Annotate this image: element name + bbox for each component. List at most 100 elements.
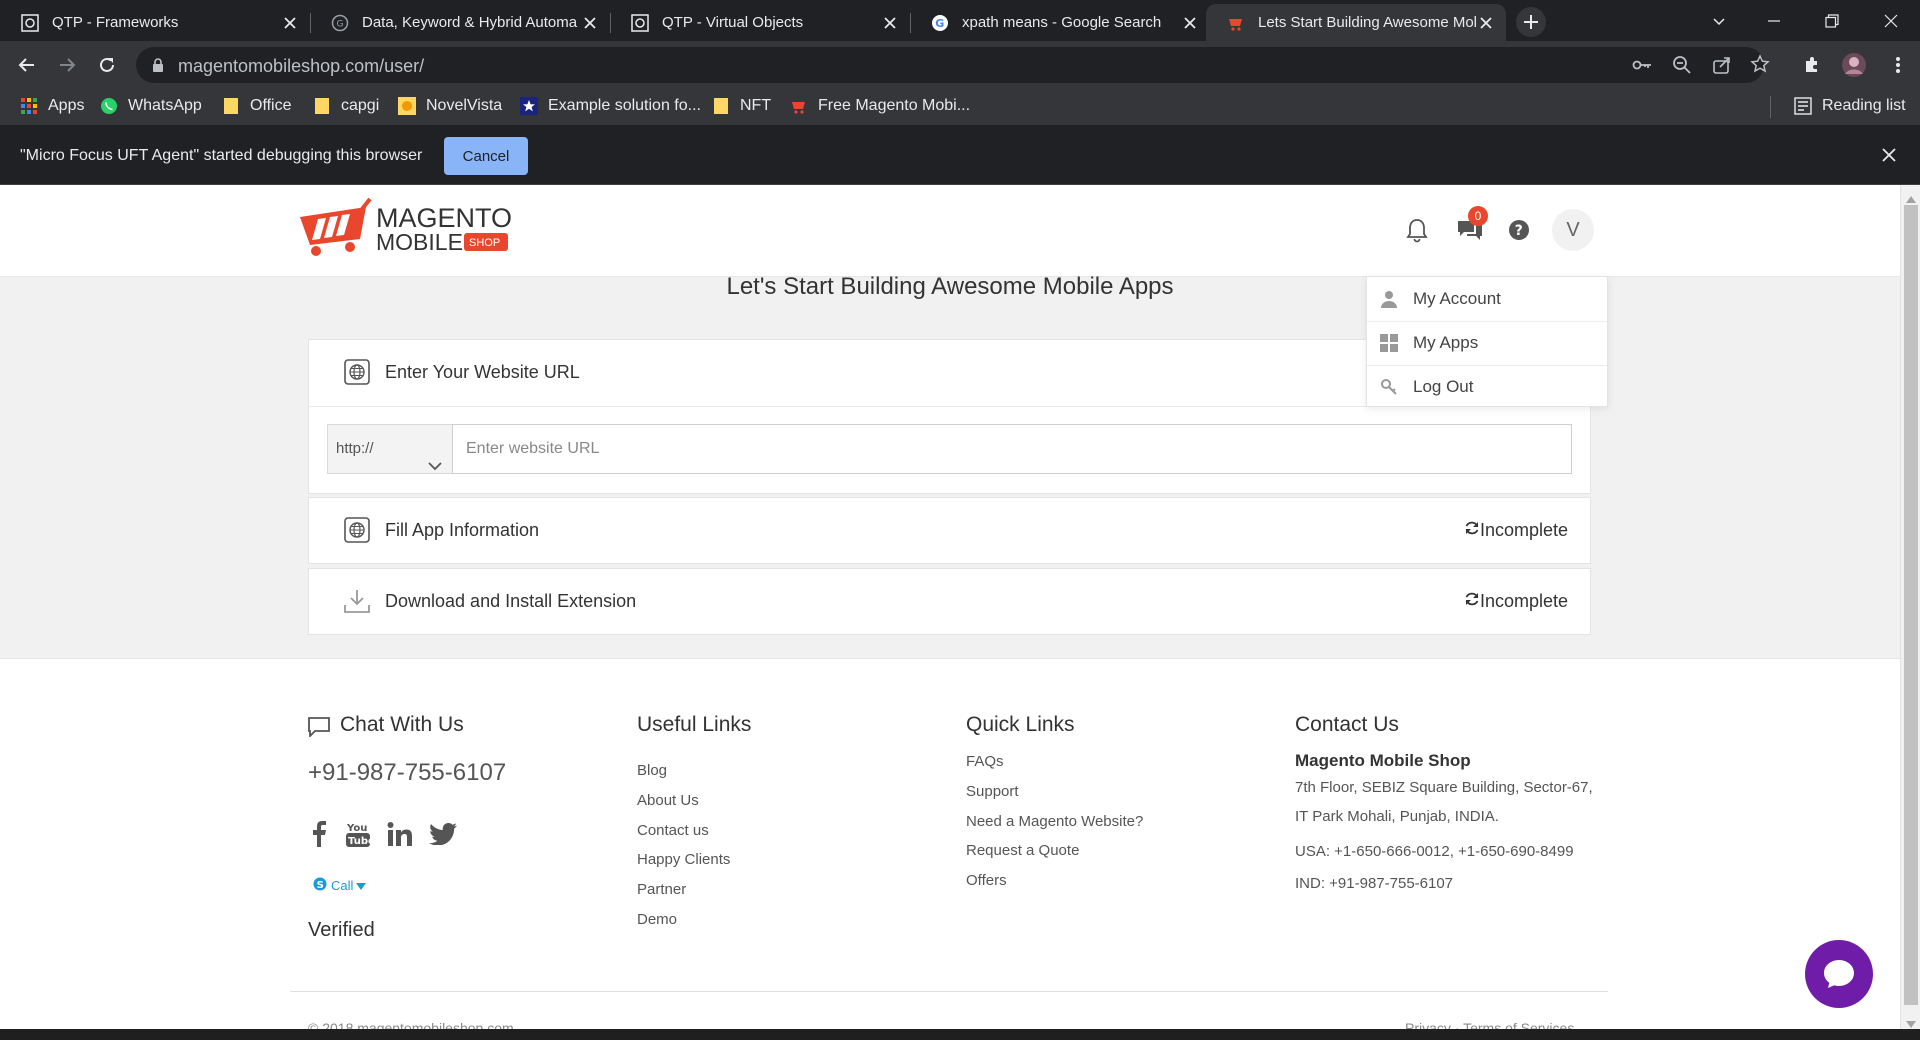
bookmark-office[interactable]: Office xyxy=(222,97,292,115)
tab-data-keyword[interactable]: G Data, Keyword & Hybrid Automa xyxy=(310,4,611,41)
scrollbar-thumb[interactable] xyxy=(1904,205,1918,1005)
menu-item-label: Log Out xyxy=(1413,377,1474,396)
twitter-icon[interactable] xyxy=(428,819,458,849)
minimize-button[interactable] xyxy=(1745,0,1803,41)
back-button[interactable] xyxy=(11,49,43,81)
footer-link-about-us[interactable]: About Us xyxy=(637,792,699,809)
tab-strip: QTP - Frameworks G Data, Keyword & Hybri… xyxy=(0,0,1920,41)
bookmark-label: Example solution fo... xyxy=(548,97,701,114)
bookmark-nft[interactable]: NFT xyxy=(712,97,771,115)
magento-favicon-icon xyxy=(1226,13,1246,33)
close-icon[interactable] xyxy=(280,13,300,33)
address-bar[interactable]: magentomobileshop.com/user/ xyxy=(136,47,1770,83)
footer-link-support[interactable]: Support xyxy=(966,783,1019,800)
reading-list-label: Reading list xyxy=(1822,97,1906,114)
debugging-infobar: "Micro Focus UFT Agent" started debuggin… xyxy=(0,126,1920,185)
tab-qtp-frameworks[interactable]: QTP - Frameworks xyxy=(0,4,311,41)
page-scrollbar[interactable] xyxy=(1900,185,1920,1029)
footer-link-need-magento-website[interactable]: Need a Magento Website? xyxy=(966,813,1143,830)
bookmark-label: Office xyxy=(250,97,292,114)
verified-label: Verified xyxy=(308,919,375,941)
footer-link-demo[interactable]: Demo xyxy=(637,911,677,928)
os-taskbar xyxy=(0,1029,1920,1040)
magento-mobile-shop-logo[interactable]: MAGENTO MOBILE SHOP xyxy=(296,195,522,257)
skype-call-link[interactable]: S Call xyxy=(313,877,367,894)
profile-avatar[interactable] xyxy=(1838,49,1870,81)
close-window-button[interactable] xyxy=(1862,0,1920,41)
footer-link-partner[interactable]: Partner xyxy=(637,881,686,898)
youtube-icon[interactable]: You Tube xyxy=(343,819,373,849)
step-app-information[interactable]: Fill App Information Incomplete xyxy=(308,497,1591,564)
bookmark-apps[interactable]: Apps xyxy=(20,97,84,115)
tab-magento-active[interactable]: Lets Start Building Awesome Mol xyxy=(1206,4,1506,41)
website-url-input[interactable] xyxy=(452,424,1572,474)
bookmark-example-solution[interactable]: Example solution fo... xyxy=(520,97,701,115)
menu-item-label: My Apps xyxy=(1413,333,1479,352)
footer-link-faqs[interactable]: FAQs xyxy=(966,753,1004,770)
more-menu-icon[interactable] xyxy=(1882,49,1914,81)
facebook-icon[interactable] xyxy=(304,819,334,849)
tab-qtp-virtual-objects[interactable]: QTP - Virtual Objects xyxy=(610,4,911,41)
step-title: Enter Your Website URL xyxy=(385,361,580,382)
reading-list[interactable]: Reading list xyxy=(1794,97,1906,115)
forward-button[interactable] xyxy=(51,49,83,81)
page-title: Let's Start Building Awesome Mobile Apps xyxy=(726,273,1174,300)
share-icon[interactable] xyxy=(1712,55,1732,80)
step-header[interactable]: Fill App Information Incomplete xyxy=(309,498,1590,562)
restore-button[interactable] xyxy=(1803,0,1861,41)
extensions-puzzle-icon[interactable] xyxy=(1796,49,1828,81)
footer-divider xyxy=(290,991,1608,992)
infobar-message: "Micro Focus UFT Agent" started debuggin… xyxy=(20,147,423,164)
new-tab-button[interactable] xyxy=(1516,7,1546,37)
footer-quick-links-title: Quick Links xyxy=(966,713,1075,736)
skype-icon: S xyxy=(313,877,327,894)
bookmark-whatsapp[interactable]: WhatsApp xyxy=(100,97,202,115)
footer-link-request-quote[interactable]: Request a Quote xyxy=(966,842,1079,859)
status-label: Incomplete xyxy=(1479,591,1568,611)
menu-item-log-out[interactable]: Log Out xyxy=(1367,365,1607,409)
svg-text:?: ? xyxy=(1515,223,1523,239)
footer-useful-links-title: Useful Links xyxy=(637,713,752,736)
lock-icon[interactable] xyxy=(152,58,164,77)
footer-legal-links[interactable]: Privacy · Terms of Services xyxy=(1405,1020,1574,1029)
tab-title: QTP - Virtual Objects xyxy=(662,14,804,31)
zoom-icon[interactable] xyxy=(1672,55,1692,80)
footer-link-offers[interactable]: Offers xyxy=(966,872,1007,889)
infobar-close-icon[interactable] xyxy=(1882,148,1896,167)
site-favicon-icon: G xyxy=(330,13,350,33)
key-icon[interactable] xyxy=(1632,56,1652,79)
close-icon[interactable] xyxy=(1180,13,1200,33)
user-avatar[interactable]: V xyxy=(1552,209,1594,251)
bell-icon[interactable] xyxy=(1402,215,1432,245)
close-icon[interactable] xyxy=(880,13,900,33)
bookmark-capgi[interactable]: capgi xyxy=(313,97,379,115)
bookmark-novelvista[interactable]: NovelVista xyxy=(398,97,502,115)
google-icon: G xyxy=(930,13,950,33)
notification-count-badge: 0 xyxy=(1468,206,1488,226)
footer-link-happy-clients[interactable]: Happy Clients xyxy=(637,851,730,868)
help-icon[interactable]: ? xyxy=(1504,215,1534,245)
chevron-down-icon xyxy=(428,443,442,491)
close-icon[interactable] xyxy=(580,13,600,33)
tab-search-chevron-icon[interactable] xyxy=(1690,0,1748,41)
star-icon[interactable] xyxy=(1750,54,1770,79)
bookmark-label: capgi xyxy=(341,97,380,114)
menu-item-my-account[interactable]: My Account xyxy=(1367,277,1607,321)
footer-link-contact-us[interactable]: Contact us xyxy=(637,822,709,839)
reload-button[interactable] xyxy=(91,49,123,81)
step-download-extension[interactable]: Download and Install Extension Incomplet… xyxy=(308,568,1591,635)
protocol-select[interactable]: http:// xyxy=(327,424,453,474)
live-chat-button[interactable] xyxy=(1805,940,1873,1008)
menu-item-my-apps[interactable]: My Apps xyxy=(1367,321,1607,365)
star-badge-icon xyxy=(520,97,538,115)
apps-grid-icon xyxy=(20,97,38,115)
footer-phone[interactable]: +91-987-755-6107 xyxy=(308,759,506,787)
close-icon[interactable] xyxy=(1476,13,1496,33)
footer-company-name: Magento Mobile Shop xyxy=(1295,751,1471,770)
tab-google-search[interactable]: G xpath means - Google Search xyxy=(910,4,1210,41)
footer-link-blog[interactable]: Blog xyxy=(637,762,667,779)
step-header[interactable]: Download and Install Extension Incomplet… xyxy=(309,569,1590,633)
cancel-button[interactable]: Cancel xyxy=(444,137,528,175)
linkedin-icon[interactable] xyxy=(385,819,415,849)
bookmark-free-magento[interactable]: Free Magento Mobi... xyxy=(790,97,970,115)
